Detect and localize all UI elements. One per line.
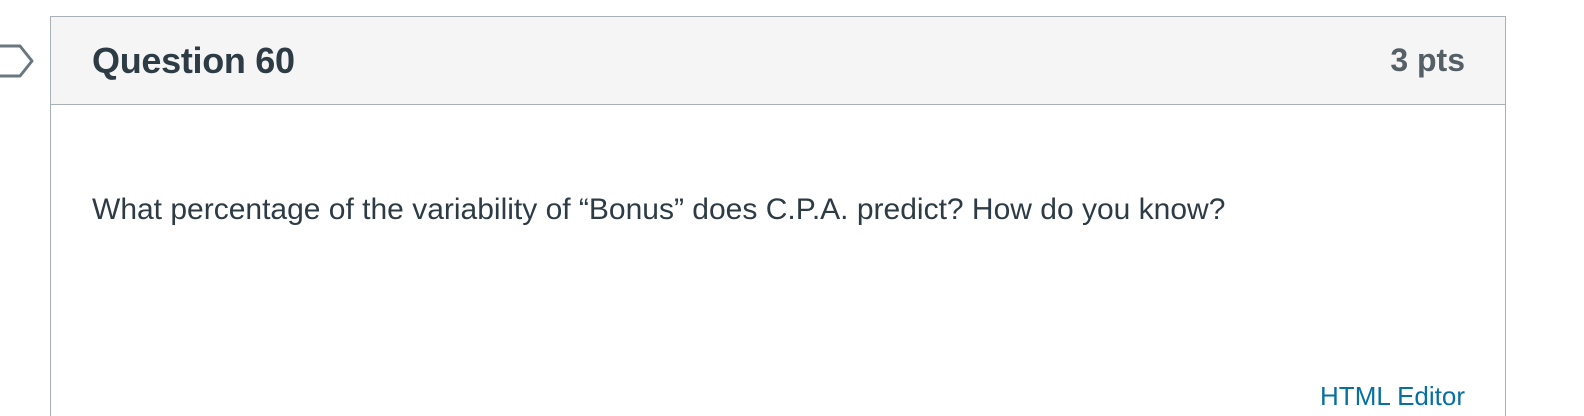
question-points: 3 pts — [1390, 42, 1465, 78]
flag-question-icon[interactable] — [0, 44, 36, 78]
question-text: What percentage of the variability of “B… — [92, 193, 1226, 226]
question-header: Question 60 3 pts — [51, 17, 1505, 105]
question-card: Question 60 3 pts What percentage of the… — [50, 16, 1506, 416]
question-title: Question 60 — [92, 39, 295, 81]
html-editor-link[interactable]: HTML Editor — [1320, 381, 1465, 412]
